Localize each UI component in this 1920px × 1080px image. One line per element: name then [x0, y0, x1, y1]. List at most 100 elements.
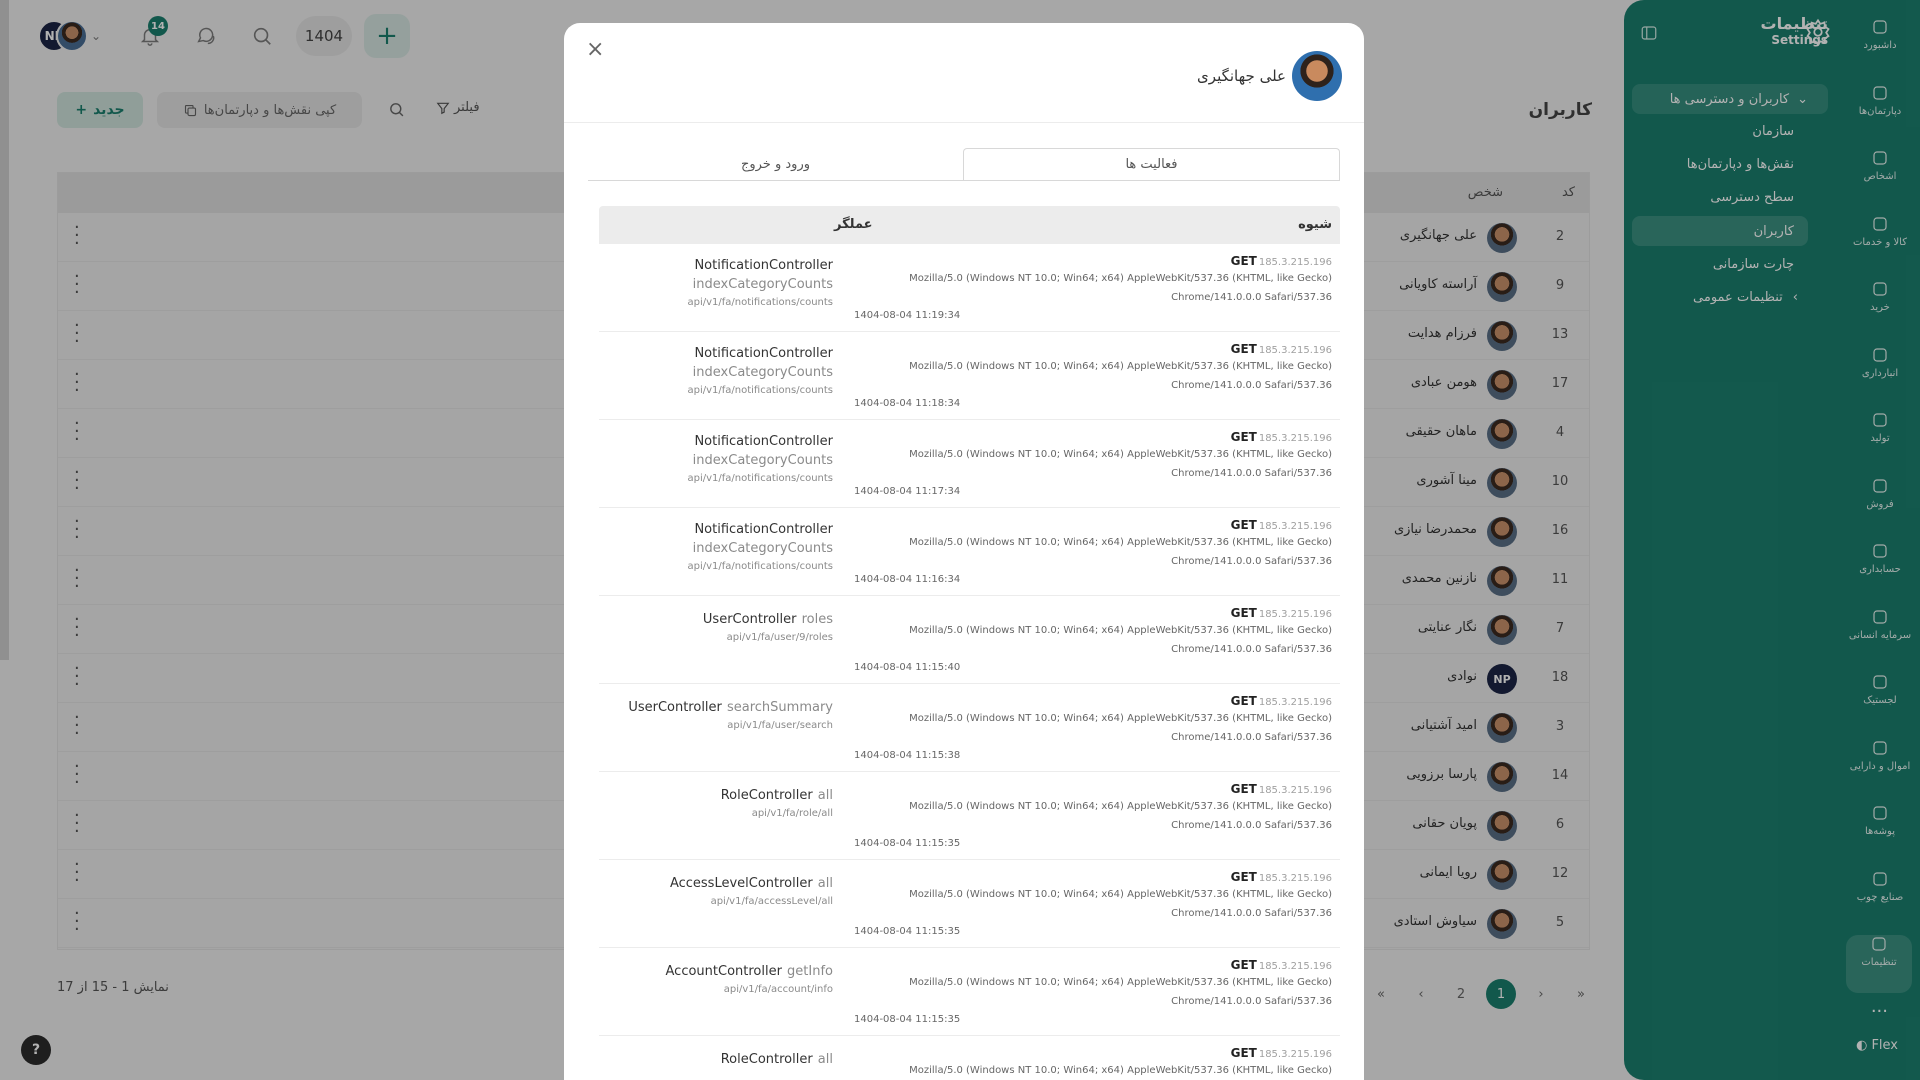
actor-controller: UserController: [628, 700, 722, 715]
user-agent-line2: Chrome/141.0.0.0 Safari/537.36: [1171, 732, 1332, 743]
ip-address: 185.3.215.196: [1258, 609, 1332, 620]
user-activity-modal: × علی جهانگیری ورود و خروج فعالیت ها شیو…: [564, 23, 1364, 1080]
activity-row: GET 185.3.215.196 Mozilla/5.0 (Windows NT …: [599, 1036, 1340, 1080]
activity-row: GET 185.3.215.196 Mozilla/5.0 (Windows NT …: [599, 860, 1340, 948]
actor-path: api/v1/fa/user/9/roles: [726, 632, 833, 643]
activity-timestamp: 1404-08-04 11:15:35: [854, 1014, 961, 1025]
activity-row: GET 185.3.215.196 Mozilla/5.0 (Windows NT …: [599, 772, 1340, 860]
modal-tabs: ورود و خروج فعالیت ها: [588, 148, 1340, 181]
actor-controller: UserController: [702, 612, 797, 627]
actor-action: searchSummary: [726, 700, 833, 715]
user-agent-line1: Mozilla/5.0 (Windows NT 10.0; Win64; x64…: [909, 1065, 1332, 1076]
actor-action: indexCategoryCounts: [692, 453, 833, 468]
actor-controller: NotificationController: [694, 434, 833, 449]
activity-timestamp: 1404-08-04 11:15:35: [854, 838, 961, 849]
user-agent-line1: Mozilla/5.0 (Windows NT 10.0; Win64; x64…: [909, 713, 1332, 724]
actor-controller: AccountController: [665, 964, 782, 979]
user-agent-line2: Chrome/141.0.0.0 Safari/537.36: [1171, 292, 1332, 303]
actor: AccessLevelController all api/v1/fa/acces…: [569, 872, 833, 907]
actor-controller: NotificationController: [694, 522, 833, 537]
activity-timestamp: 1404-08-04 11:15:40: [854, 662, 961, 673]
column-header-method: شیوه: [1298, 217, 1332, 232]
actor: NotificationController indexCategoryCount…: [569, 344, 833, 396]
activity-timestamp: 1404-08-04 11:15:38: [854, 750, 961, 761]
column-header-actor: عملگر: [834, 217, 873, 232]
modal-header: × علی جهانگیری: [564, 23, 1364, 123]
ip-address: 185.3.215.196: [1258, 785, 1332, 796]
activity-row: GET 185.3.215.196 Mozilla/5.0 (Windows NT …: [599, 332, 1340, 420]
actor-controller: NotificationController: [694, 258, 833, 273]
actor: UserController searchSummary api/v1/fa/us…: [569, 696, 833, 731]
actor-action: indexCategoryCounts: [692, 541, 833, 556]
actor-controller: AccessLevelController: [669, 876, 813, 891]
http-method: GET: [1230, 342, 1257, 356]
actor: RoleController all: [569, 1048, 833, 1072]
user-agent-line2: Chrome/141.0.0.0 Safari/537.36: [1171, 820, 1332, 831]
actor-path: api/v1/fa/notifications/counts: [687, 561, 833, 572]
activity-row: GET 185.3.215.196 Mozilla/5.0 (Windows NT …: [599, 948, 1340, 1036]
user-agent-line1: Mozilla/5.0 (Windows NT 10.0; Win64; x64…: [909, 273, 1332, 284]
actor-path: api/v1/fa/notifications/counts: [687, 297, 833, 308]
ip-address: 185.3.215.196: [1258, 433, 1332, 444]
http-method: GET: [1230, 254, 1257, 268]
actor-action: indexCategoryCounts: [692, 365, 833, 380]
actor-action: roles: [801, 612, 833, 627]
tab-login-logout[interactable]: ورود و خروج: [588, 148, 963, 180]
ip-address: 185.3.215.196: [1258, 521, 1332, 532]
actor: NotificationController indexCategoryCount…: [569, 256, 833, 308]
ip-address: 185.3.215.196: [1258, 873, 1332, 884]
actor-path: api/v1/fa/notifications/counts: [687, 385, 833, 396]
actor: NotificationController indexCategoryCount…: [569, 520, 833, 572]
http-method: GET: [1230, 606, 1257, 620]
modal-user-avatar: [1292, 51, 1342, 101]
activity-timestamp: 1404-08-04 11:19:34: [854, 310, 961, 321]
activity-row: GET 185.3.215.196 Mozilla/5.0 (Windows NT …: [599, 684, 1340, 772]
user-agent-line1: Mozilla/5.0 (Windows NT 10.0; Win64; x64…: [909, 977, 1332, 988]
http-method: GET: [1230, 1046, 1257, 1060]
request-method: GET 185.3.215.196: [1231, 870, 1332, 884]
user-agent-line1: Mozilla/5.0 (Windows NT 10.0; Win64; x64…: [909, 625, 1332, 636]
user-agent-line1: Mozilla/5.0 (Windows NT 10.0; Win64; x64…: [909, 801, 1332, 812]
user-agent-line2: Chrome/141.0.0.0 Safari/537.36: [1171, 644, 1332, 655]
modal-user: علی جهانگیری: [1197, 51, 1342, 101]
activity-timestamp: 1404-08-04 11:17:34: [854, 486, 961, 497]
ip-address: 185.3.215.196: [1258, 345, 1332, 356]
http-method: GET: [1230, 782, 1257, 796]
actor-controller: NotificationController: [694, 346, 833, 361]
request-method: GET 185.3.215.196: [1231, 782, 1332, 796]
http-method: GET: [1230, 518, 1257, 532]
ip-address: 185.3.215.196: [1258, 257, 1332, 268]
user-agent-line2: Chrome/141.0.0.0 Safari/537.36: [1171, 380, 1332, 391]
activity-row: GET 185.3.215.196 Mozilla/5.0 (Windows NT …: [599, 596, 1340, 684]
modal-user-name: علی جهانگیری: [1197, 67, 1286, 85]
tab-activities[interactable]: فعالیت ها: [963, 148, 1340, 180]
actor-path: api/v1/fa/notifications/counts: [687, 473, 833, 484]
http-method: GET: [1230, 430, 1257, 444]
activity-table-header: شیوه عملگر: [599, 206, 1340, 244]
actor-action: indexCategoryCounts: [692, 277, 833, 292]
actor-action: getInfo: [787, 964, 833, 979]
activity-timestamp: 1404-08-04 11:16:34: [854, 574, 961, 585]
actor-controller: RoleController: [720, 788, 813, 803]
actor-path: api/v1/fa/accessLevel/all: [710, 896, 833, 907]
request-method: GET 185.3.215.196: [1231, 342, 1332, 356]
activity-row: GET 185.3.215.196 Mozilla/5.0 (Windows NT …: [599, 508, 1340, 596]
ip-address: 185.3.215.196: [1258, 961, 1332, 972]
actor-path: api/v1/fa/user/search: [727, 720, 833, 731]
request-method: GET 185.3.215.196: [1231, 606, 1332, 620]
actor: NotificationController indexCategoryCount…: [569, 432, 833, 484]
actor-action: all: [817, 1052, 833, 1067]
request-method: GET 185.3.215.196: [1231, 518, 1332, 532]
ip-address: 185.3.215.196: [1258, 697, 1332, 708]
request-method: GET 185.3.215.196: [1231, 254, 1332, 268]
actor: UserController roles api/v1/fa/user/9/rol…: [569, 608, 833, 643]
actor: RoleController all api/v1/fa/role/all: [569, 784, 833, 819]
actor-action: all: [817, 788, 833, 803]
http-method: GET: [1230, 870, 1257, 884]
user-agent-line1: Mozilla/5.0 (Windows NT 10.0; Win64; x64…: [909, 537, 1332, 548]
close-icon[interactable]: ×: [586, 37, 604, 62]
user-agent-line1: Mozilla/5.0 (Windows NT 10.0; Win64; x64…: [909, 449, 1332, 460]
request-method: GET 185.3.215.196: [1231, 430, 1332, 444]
ip-address: 185.3.215.196: [1258, 1049, 1332, 1060]
http-method: GET: [1230, 958, 1257, 972]
